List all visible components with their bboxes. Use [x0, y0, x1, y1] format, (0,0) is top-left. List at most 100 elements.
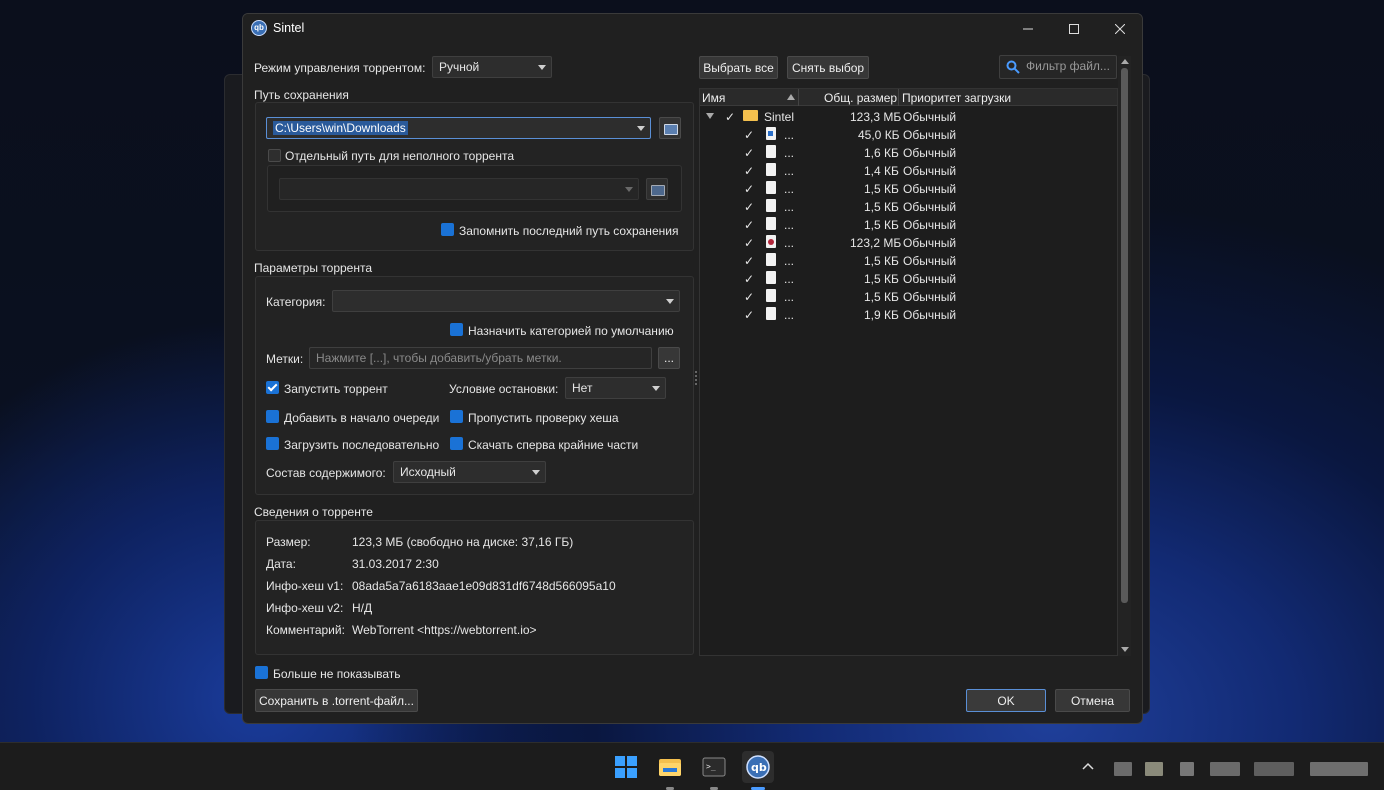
info-hash-v2-key: Инфо-хеш v2:: [266, 601, 344, 615]
save-torrent-file-button[interactable]: Сохранить в .torrent-файл...: [255, 689, 418, 712]
select-none-button[interactable]: Снять выбор: [787, 56, 869, 79]
file-name: ...: [784, 146, 795, 160]
window-title: Sintel: [273, 21, 305, 35]
folder-icon: [743, 110, 758, 121]
tree-row[interactable]: ✓ ... 123,2 МБ Обычный: [700, 234, 1117, 252]
tree-row[interactable]: ✓ ... 1,5 КБ Обычный: [700, 252, 1117, 270]
file-explorer-button[interactable]: [654, 751, 686, 783]
content-layout-combo[interactable]: Исходный: [393, 461, 546, 483]
row-check-icon[interactable]: ✓: [744, 254, 754, 268]
dont-show-again-checkbox[interactable]: [255, 666, 268, 679]
maximize-icon: [1069, 24, 1079, 34]
file-size: 1,5 КБ: [864, 272, 899, 286]
terminal-button[interactable]: >_: [698, 751, 730, 783]
minimize-icon: [1023, 28, 1033, 30]
splitter-handle[interactable]: [695, 371, 697, 385]
tree-row[interactable]: ✓ ... 45,0 КБ Обычный: [700, 126, 1117, 144]
tree-row-root[interactable]: ✓ Sintel 123,3 МБ Обычный: [700, 108, 1117, 126]
skip-hash-checkbox[interactable]: [450, 410, 463, 423]
row-check-icon[interactable]: ✓: [725, 110, 735, 124]
skip-hash-label: Пропустить проверку хеша: [468, 411, 619, 425]
save-path-combo[interactable]: C:\Users\win\Downloads: [266, 117, 651, 139]
row-check-icon[interactable]: ✓: [744, 308, 754, 322]
chevron-up-icon[interactable]: [1082, 762, 1094, 770]
tray-icon[interactable]: [1145, 762, 1163, 776]
tree-row[interactable]: ✓ ... 1,5 КБ Обычный: [700, 216, 1117, 234]
root-priority: Обычный: [903, 110, 957, 124]
tray-icon[interactable]: [1180, 762, 1194, 776]
tray-icon[interactable]: [1254, 762, 1294, 776]
file-priority: Обычный: [903, 218, 957, 232]
maximize-button[interactable]: [1051, 14, 1097, 44]
tray-icon[interactable]: [1114, 762, 1132, 776]
stop-condition-label: Условие остановки:: [449, 382, 559, 396]
remember-path-checkbox[interactable]: [441, 223, 454, 236]
params-group-title: Параметры торрента: [254, 261, 373, 275]
tree-row[interactable]: ✓ ... 1,5 КБ Обычный: [700, 180, 1117, 198]
file-priority: Обычный: [903, 200, 957, 214]
row-check-icon[interactable]: ✓: [744, 272, 754, 286]
tree-row[interactable]: ✓ ... 1,9 КБ Обычный: [700, 306, 1117, 324]
svg-text:>_: >_: [706, 762, 716, 771]
add-top-queue-checkbox[interactable]: [266, 410, 279, 423]
sequential-checkbox[interactable]: [266, 437, 279, 450]
edit-tags-button[interactable]: ...: [658, 347, 680, 369]
clock-area[interactable]: [1310, 762, 1368, 776]
svg-text:qb: qb: [751, 761, 767, 774]
row-check-icon[interactable]: ✓: [744, 146, 754, 160]
stop-condition-combo[interactable]: Нет: [565, 377, 666, 399]
column-name[interactable]: Имя: [702, 91, 725, 105]
select-all-button[interactable]: Выбрать все: [699, 56, 778, 79]
chevron-down-icon: [632, 118, 650, 138]
row-check-icon[interactable]: ✓: [744, 200, 754, 214]
minimize-button[interactable]: [1005, 14, 1051, 44]
tree-row[interactable]: ✓ ... 1,5 КБ Обычный: [700, 198, 1117, 216]
close-button[interactable]: [1097, 14, 1142, 44]
file-name: ...: [784, 218, 795, 232]
browse-folder-button[interactable]: [659, 117, 681, 139]
incomplete-path-label: Отдельный путь для неполного торрента: [285, 149, 515, 163]
chevron-down-icon: [533, 57, 551, 77]
tree-row[interactable]: ✓ ... 1,5 КБ Обычный: [700, 270, 1117, 288]
category-combo[interactable]: [332, 290, 680, 312]
column-priority[interactable]: Приоритет загрузки: [902, 91, 1011, 105]
tags-label: Метки:: [266, 352, 304, 366]
row-check-icon[interactable]: ✓: [744, 218, 754, 232]
file-name: ...: [784, 290, 795, 304]
default-category-checkbox[interactable]: [450, 323, 463, 336]
file-icon: [766, 253, 776, 266]
scrollbar-thumb[interactable]: [1121, 68, 1128, 603]
vertical-scrollbar[interactable]: [1118, 56, 1131, 656]
scroll-up-icon[interactable]: [1121, 59, 1129, 64]
info-comment-key: Комментарий:: [266, 623, 345, 637]
cancel-button[interactable]: Отмена: [1055, 689, 1130, 712]
tree-row[interactable]: ✓ ... 1,5 КБ Обычный: [700, 288, 1117, 306]
mode-combo[interactable]: Ручной: [432, 56, 552, 78]
tree-row[interactable]: ✓ ... 1,4 КБ Обычный: [700, 162, 1117, 180]
row-check-icon[interactable]: ✓: [744, 164, 754, 178]
row-check-icon[interactable]: ✓: [744, 290, 754, 304]
row-check-icon[interactable]: ✓: [744, 128, 754, 142]
info-date-value: 31.03.2017 2:30: [352, 557, 439, 571]
video-file-icon: [766, 235, 776, 248]
column-size[interactable]: Общ. размер: [824, 91, 897, 105]
remember-path-label: Запомнить последний путь сохранения: [459, 224, 679, 238]
file-size: 1,9 КБ: [864, 308, 899, 322]
mode-value: Ручной: [439, 60, 480, 74]
row-check-icon[interactable]: ✓: [744, 236, 754, 250]
stop-condition-value: Нет: [572, 381, 593, 395]
tray-icon[interactable]: [1210, 762, 1240, 776]
first-last-pieces-checkbox[interactable]: [450, 437, 463, 450]
file-name: ...: [784, 182, 795, 196]
ok-button[interactable]: OK: [966, 689, 1046, 712]
row-check-icon[interactable]: ✓: [744, 182, 754, 196]
scroll-down-icon[interactable]: [1121, 647, 1129, 652]
tree-row[interactable]: ✓ ... 1,6 КБ Обычный: [700, 144, 1117, 162]
chevron-down-icon: [527, 462, 545, 482]
incomplete-path-checkbox[interactable]: [268, 149, 281, 162]
start-button[interactable]: [610, 751, 642, 783]
tags-field[interactable]: Нажмите [...], чтобы добавить/убрать мет…: [309, 347, 652, 369]
start-torrent-checkbox[interactable]: [266, 381, 279, 394]
qbittorrent-taskbar-button[interactable]: qb: [742, 751, 774, 783]
file-priority: Обычный: [903, 254, 957, 268]
